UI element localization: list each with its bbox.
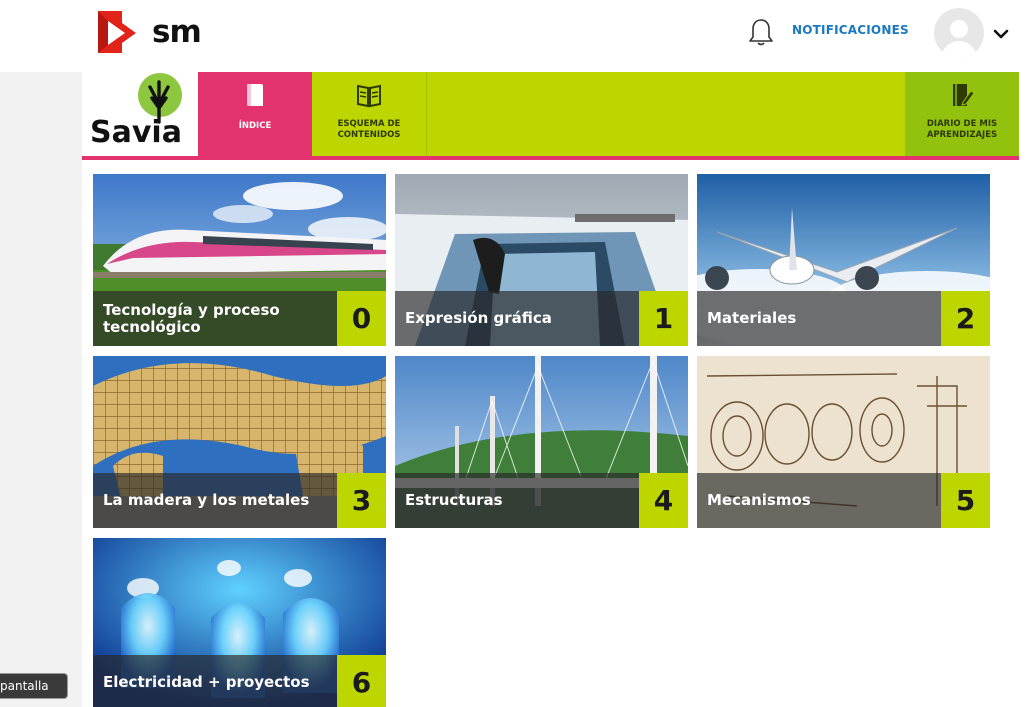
unit-number: 1: [639, 291, 688, 346]
unit-title: Tecnología y proceso tecnológico: [103, 300, 280, 336]
unit-caption: Materiales: [697, 291, 941, 346]
avatar[interactable]: [934, 8, 984, 58]
unit-number: 5: [941, 473, 990, 528]
avatar-head-icon: [950, 20, 968, 38]
tab-diario-de-mis-aprendizajes[interactable]: DIARIO DE MIS APRENDIZAJES: [905, 72, 1019, 156]
unit-card-5[interactable]: Mecanismos 5: [697, 356, 990, 528]
unit-title: Expresión gráfica: [405, 309, 552, 327]
brand-name: sm: [152, 14, 202, 50]
unit-number: 6: [337, 655, 386, 707]
unit-caption: Electricidad + proyectos: [93, 655, 337, 707]
savia-tree-logo-icon: Savia: [90, 73, 182, 150]
unit-card-4[interactable]: Estructuras 4: [395, 356, 688, 528]
unit-number: 2: [941, 291, 990, 346]
sm-logo[interactable]: sm: [92, 6, 222, 58]
top-bar: sm NOTIFICACIONES: [0, 0, 1029, 72]
avatar-body-icon: [941, 41, 977, 58]
unit-caption: Mecanismos: [697, 473, 941, 528]
savia-wordmark: Savia: [90, 115, 182, 150]
unit-caption: Expresión gráfica: [395, 291, 639, 346]
unit-number: 4: [639, 473, 688, 528]
left-sidebar-strip: [0, 72, 82, 707]
unit-title: La madera y los metales: [103, 491, 310, 509]
sm-logo-icon: [98, 11, 136, 53]
unit-number: 3: [337, 473, 386, 528]
pantalla-label: pantalla: [0, 679, 49, 693]
tab-indice[interactable]: ÍNDICE: [198, 72, 312, 156]
tab-esquema-de-contenidos[interactable]: ESQUEMA DE CONTENIDOS: [312, 72, 427, 156]
unit-caption: Estructuras: [395, 473, 639, 528]
savia-logo[interactable]: Savia: [82, 72, 198, 156]
unit-card-0[interactable]: Tecnología y proceso tecnológico 0: [93, 174, 386, 346]
unit-caption: La madera y los metales: [93, 473, 337, 528]
bell-icon[interactable]: [745, 16, 777, 48]
unit-caption: Tecnología y proceso tecnológico: [93, 291, 337, 346]
nav-bar-underline: [82, 156, 1019, 160]
unit-card-1[interactable]: Expresión gráfica 1: [395, 174, 688, 346]
open-book-icon: [357, 84, 381, 108]
unit-card-3[interactable]: La madera y los metales 3: [93, 356, 386, 528]
tab-indice-label: ÍNDICE: [238, 121, 272, 131]
unit-card-6[interactable]: Electricidad + proyectos 6: [93, 538, 386, 707]
unit-number: 0: [337, 291, 386, 346]
chevron-down-icon[interactable]: [992, 26, 1010, 42]
book-icon: [247, 84, 263, 106]
pantalla-button[interactable]: pantalla: [0, 673, 68, 699]
unit-title: Electricidad + proyectos: [103, 673, 310, 691]
unit-card-2[interactable]: Materiales 2: [697, 174, 990, 346]
notifications-link[interactable]: NOTIFICACIONES: [792, 23, 909, 37]
tab-diario-label: DIARIO DE MIS APRENDIZAJES: [926, 119, 998, 140]
tab-esquema-label: ESQUEMA DE CONTENIDOS: [337, 119, 401, 140]
unit-title: Mecanismos: [707, 491, 811, 509]
journal-pen-icon: [953, 84, 975, 106]
unit-title: Estructuras: [405, 491, 503, 509]
unit-title: Materiales: [707, 309, 797, 327]
